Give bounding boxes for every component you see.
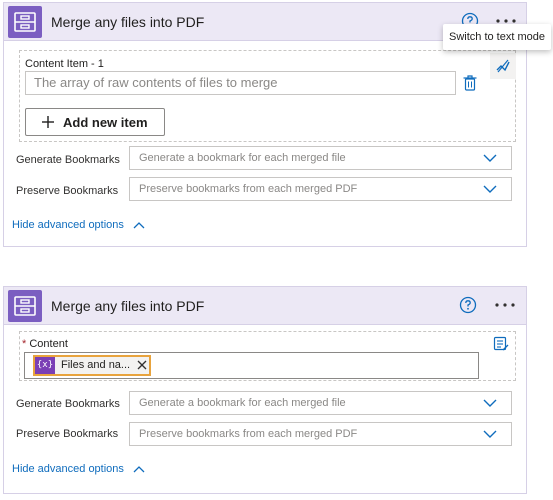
more-ellipsis-icon[interactable] — [493, 296, 517, 314]
content-input[interactable]: {x} Files and na... — [24, 352, 479, 379]
switch-text-mode-button[interactable] — [490, 53, 516, 79]
expression-variable-icon: {x} — [35, 357, 55, 374]
hide-advanced-options-link[interactable]: Hide advanced options — [12, 463, 145, 475]
trash-icon[interactable] — [463, 75, 477, 91]
generate-bookmarks-label: Generate Bookmarks — [16, 398, 120, 410]
content-label-text: Content — [29, 338, 68, 350]
card-header[interactable]: Merge any files into PDF — [4, 287, 526, 325]
preserve-bookmarks-dropdown[interactable]: Preserve bookmarks from each merged PDF — [129, 422, 512, 446]
chevron-down-icon — [483, 430, 497, 438]
add-new-item-label: Add new item — [63, 115, 148, 130]
preserve-bookmarks-label: Preserve Bookmarks — [16, 185, 119, 197]
add-new-item-button[interactable]: Add new item — [25, 108, 165, 136]
content-array-box: Content Item - 1 The array of raw conten… — [19, 50, 516, 142]
code-view-icon[interactable] — [493, 336, 509, 352]
preserve-bookmarks-placeholder: Preserve bookmarks from each merged PDF — [139, 428, 358, 440]
card-title: Merge any files into PDF — [51, 298, 205, 314]
preserve-bookmarks-placeholder: Preserve bookmarks from each merged PDF — [139, 183, 358, 195]
content-label: * Content — [22, 338, 68, 350]
chevron-down-icon — [483, 399, 497, 407]
content-item-placeholder: The array of raw contents of files to me… — [34, 75, 278, 90]
chevron-up-icon — [133, 466, 145, 473]
close-icon[interactable] — [137, 360, 147, 370]
hide-advanced-options-label: Hide advanced options — [12, 463, 124, 475]
preserve-bookmarks-label: Preserve Bookmarks — [16, 428, 119, 440]
generate-bookmarks-placeholder: Generate a bookmark for each merged file — [139, 152, 346, 164]
required-mark: * — [22, 338, 27, 350]
generate-bookmarks-dropdown[interactable]: Generate a bookmark for each merged file — [129, 391, 512, 415]
content-item-input[interactable]: The array of raw contents of files to me… — [25, 71, 456, 95]
archive-box-icon — [8, 290, 42, 322]
card-title: Merge any files into PDF — [51, 14, 205, 30]
switch-text-mode-tooltip: Switch to text mode — [443, 24, 551, 50]
generate-bookmarks-dropdown[interactable]: Generate a bookmark for each merged file — [129, 146, 512, 170]
merge-pdf-card-expression-mode: Merge any files into PDF * Content {x} F… — [3, 286, 527, 494]
help-circle-icon[interactable] — [458, 295, 478, 315]
archive-box-icon — [8, 6, 42, 38]
preserve-bookmarks-dropdown[interactable]: Preserve bookmarks from each merged PDF — [129, 177, 512, 201]
switch-text-mode-icon — [496, 59, 510, 73]
generate-bookmarks-label: Generate Bookmarks — [16, 154, 120, 166]
content-item-label: Content Item - 1 — [25, 58, 104, 70]
dynamic-content-token[interactable]: {x} Files and na... — [33, 355, 151, 376]
token-label: Files and na... — [61, 359, 131, 371]
plus-icon — [42, 116, 54, 128]
generate-bookmarks-placeholder: Generate a bookmark for each merged file — [139, 397, 346, 409]
chevron-up-icon — [133, 222, 145, 229]
hide-advanced-options-label: Hide advanced options — [12, 219, 124, 231]
hide-advanced-options-link[interactable]: Hide advanced options — [12, 219, 145, 231]
content-field-box: * Content {x} Files and na... — [19, 331, 516, 381]
chevron-down-icon — [483, 185, 497, 193]
chevron-down-icon — [483, 154, 497, 162]
